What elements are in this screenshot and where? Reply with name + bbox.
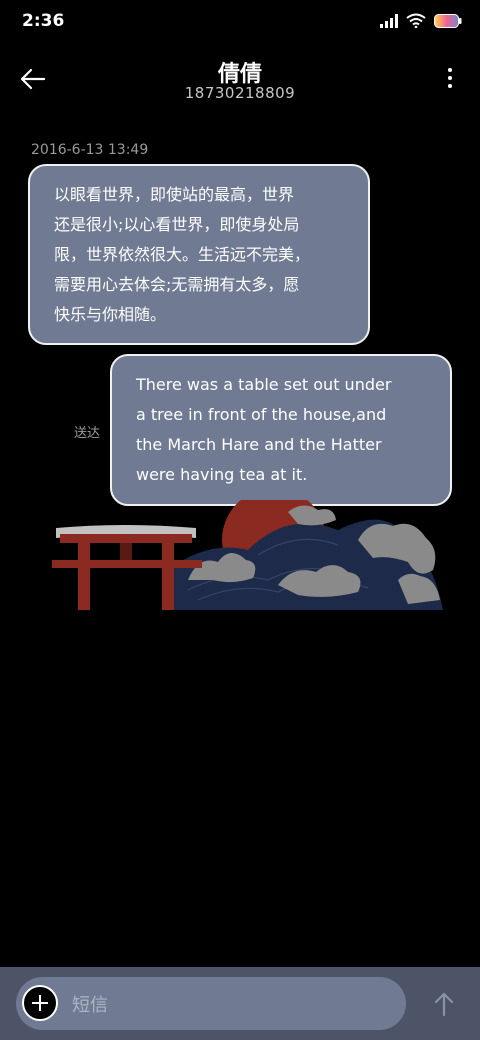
- signal-icon: [380, 13, 398, 28]
- message-line: a tree in front of the house,and: [136, 405, 387, 424]
- send-arrow-icon[interactable]: [432, 991, 456, 1017]
- message-line: 还是很小;以心看世界，即使身处局: [54, 215, 300, 234]
- more-vertical-icon[interactable]: [446, 68, 454, 94]
- incoming-message-bubble[interactable]: 以眼看世界，即使站的最高，世界 还是很小;以心看世界，即使身处局 限，世界依然很…: [28, 164, 370, 345]
- status-icons: [380, 13, 462, 28]
- wifi-icon: [406, 13, 426, 28]
- plus-icon[interactable]: [22, 985, 58, 1021]
- message-timestamp: 2016-6-13 13:49: [31, 142, 149, 158]
- status-bar: 2:36: [0, 0, 480, 44]
- message-line: 快乐与你相随。: [54, 305, 167, 324]
- message-line: 需要用心去体会;无需拥有太多，愿: [54, 275, 300, 294]
- message-composer: 短信: [0, 967, 480, 1040]
- message-line: the March Hare and the Hatter: [136, 435, 382, 454]
- contact-phone-number: 18730218809: [184, 84, 296, 102]
- message-line: 以眼看世界，即使站的最高，世界: [54, 185, 295, 204]
- message-input-placeholder: 短信: [72, 995, 108, 1016]
- status-time: 2:36: [22, 11, 65, 31]
- message-line: were having tea at it.: [136, 465, 308, 484]
- wallpaper-illustration: [52, 500, 443, 610]
- battery-icon: [434, 13, 462, 28]
- message-input[interactable]: 短信: [16, 977, 406, 1030]
- message-line: 限，世界依然很大。生活远不完美，: [54, 245, 311, 264]
- message-line: There was a table set out under: [136, 375, 392, 394]
- conversation-header: 倩倩 18730218809: [0, 52, 480, 112]
- delivery-status: 送达: [74, 426, 101, 441]
- outgoing-message-bubble[interactable]: There was a table set out under a tree i…: [110, 354, 452, 506]
